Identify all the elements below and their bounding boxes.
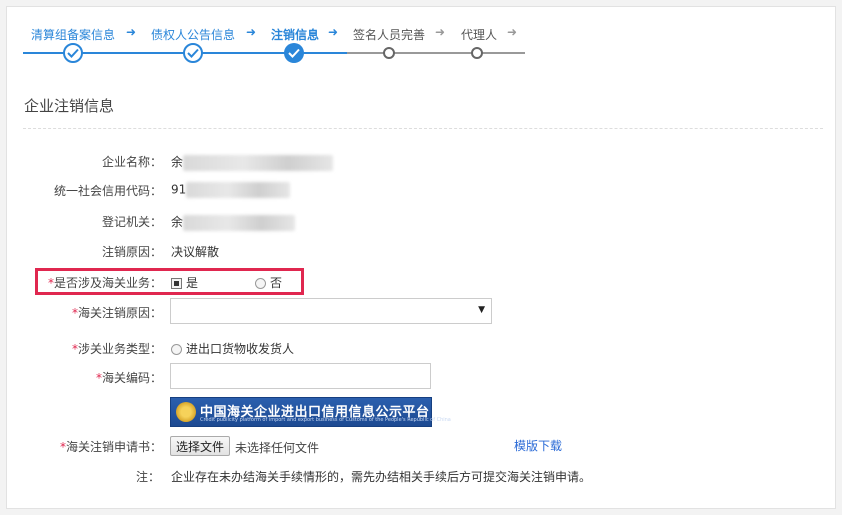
- credit-code-label: 统一社会信用代码：: [53, 184, 162, 198]
- step-5-label: 代理人: [461, 28, 498, 42]
- step-arrow-icon: ➜: [435, 25, 446, 39]
- customs-no-option[interactable]: 否: [255, 274, 282, 291]
- step-2-check-icon: [183, 43, 203, 63]
- step-arrow-icon: ➜: [246, 25, 257, 39]
- step-3-label[interactable]: 注销信息: [271, 26, 319, 43]
- company-name-value: 余: [171, 153, 334, 171]
- company-name-label: 企业名称：: [101, 155, 162, 169]
- choose-file-button[interactable]: 选择文件: [170, 436, 230, 456]
- cancel-reason-label: 注销原因：: [101, 245, 162, 259]
- step-4-label: 签名人员完善: [353, 28, 426, 42]
- customs-reason-select[interactable]: ▼: [170, 298, 492, 324]
- business-type-radio[interactable]: [171, 344, 182, 355]
- section-divider: [23, 128, 823, 129]
- registration-authority-value: 余: [171, 213, 296, 231]
- dropdown-arrow-icon: ▼: [478, 305, 485, 315]
- step-4-circle-icon: [383, 47, 395, 59]
- step-5-circle-icon: [471, 47, 483, 59]
- form-panel: 清算组备案信息 ➜ 债权人公告信息 ➜ 注销信息 ➜ 签名人员完善 ➜ 代理人 …: [6, 6, 836, 509]
- stepper-pending-line: [347, 52, 525, 54]
- customs-credit-platform-banner[interactable]: 中国海关企业进出口信用信息公示平台 Credit publicity platf…: [170, 397, 451, 427]
- customs-emblem-icon: [176, 402, 196, 422]
- redacted-mask: [186, 182, 291, 198]
- customs-code-label: *海关编码：: [95, 371, 162, 385]
- section-title: 企业注销信息: [24, 97, 115, 115]
- customs-involved-label: *是否涉及海关业务：: [47, 276, 162, 290]
- note-label: 注：: [135, 470, 160, 484]
- application-file-label: *海关注销申请书：: [59, 440, 162, 454]
- business-type-label: *涉关业务类型：: [71, 342, 162, 356]
- step-1-check-icon: [63, 43, 83, 63]
- step-1-label[interactable]: 清算组备案信息: [31, 26, 115, 43]
- customs-yes-radio[interactable]: [171, 278, 182, 289]
- progress-stepper: 清算组备案信息 ➜ 债权人公告信息 ➜ 注销信息 ➜ 签名人员完善 ➜ 代理人 …: [7, 7, 547, 67]
- step-3-check-icon: [284, 43, 304, 63]
- banner-subtitle: Credit publicity platform of import and …: [200, 417, 451, 423]
- step-arrow-icon: ➜: [126, 25, 137, 39]
- note-text: 企业存在未办结海关手续情形的，需先办结相关手续后方可提交海关注销申请。: [171, 470, 592, 484]
- customs-reason-label: *海关注销原因：: [71, 306, 162, 320]
- step-2-label[interactable]: 债权人公告信息: [151, 26, 235, 43]
- customs-yes-option[interactable]: 是: [171, 274, 198, 291]
- step-arrow-icon: ➜: [328, 25, 339, 39]
- business-type-option[interactable]: 进出口货物收发货人: [171, 340, 294, 357]
- template-download-link[interactable]: 模版下载: [514, 437, 562, 454]
- redacted-mask: [183, 214, 296, 231]
- customs-no-radio[interactable]: [255, 278, 266, 289]
- cancel-reason-value: 决议解散: [171, 245, 220, 259]
- step-arrow-icon: ➜: [507, 25, 518, 39]
- redacted-mask: [183, 154, 334, 171]
- customs-code-input[interactable]: [170, 363, 431, 389]
- credit-code-value: 91: [171, 182, 291, 198]
- file-status-text: 未选择任何文件: [235, 441, 320, 455]
- registration-authority-label: 登记机关：: [101, 215, 162, 229]
